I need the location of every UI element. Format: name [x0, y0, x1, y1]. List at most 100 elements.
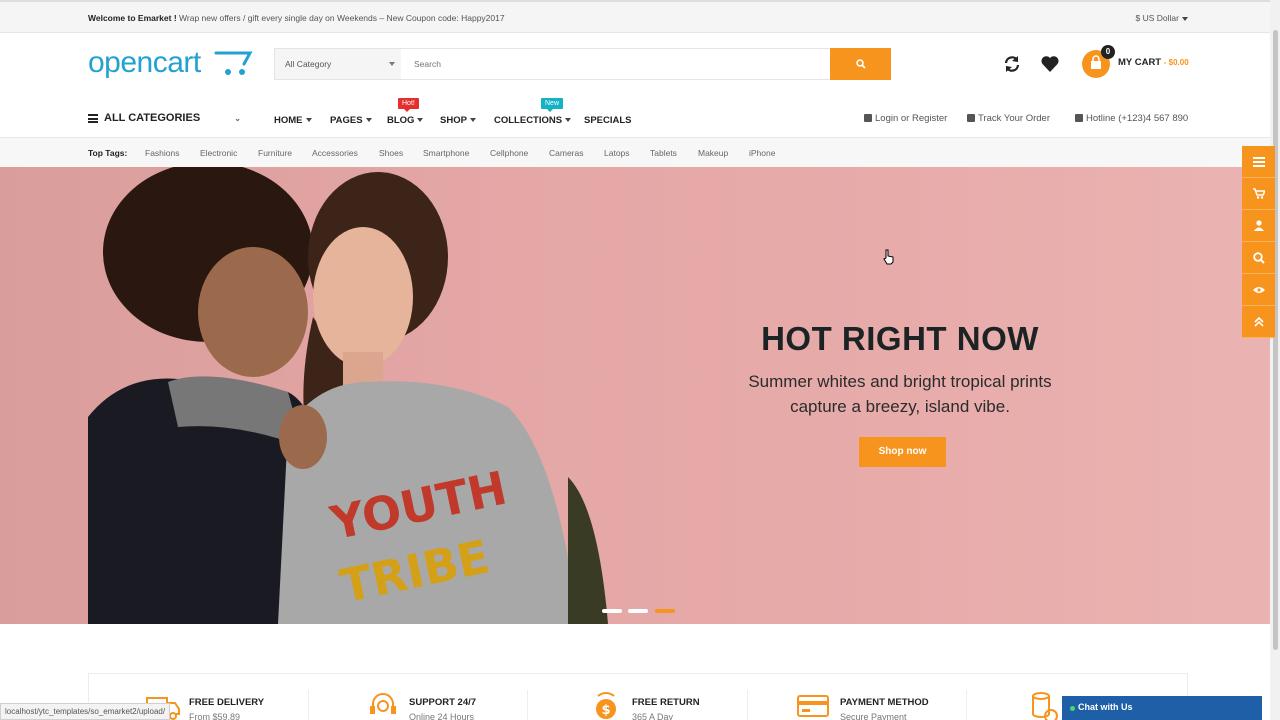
compare-icon[interactable]	[1002, 54, 1022, 74]
service-subtitle: Online 24 Hours	[409, 712, 475, 720]
slide-dot[interactable]	[602, 609, 622, 613]
page: Welcome to Emarket ! Wrap new offers / g…	[0, 0, 1280, 720]
nav-home-label: HOME	[274, 115, 303, 126]
tag-link[interactable]: Cameras	[549, 148, 583, 158]
caret-down-icon	[389, 62, 395, 66]
new-badge: New	[541, 98, 564, 112]
service-free-delivery: FREE DELIVERY From $59.89	[145, 690, 363, 720]
category-select[interactable]: All Category	[275, 49, 401, 79]
hero-subtitle: Summer whites and bright tropical prints…	[700, 369, 1100, 419]
logo[interactable]: opencart	[88, 46, 258, 86]
welcome-title: Welcome to Emarket !	[88, 13, 177, 23]
service-subtitle: 365 A Day	[632, 712, 674, 720]
login-register-link[interactable]: Login or Register	[864, 113, 947, 124]
sidebar-top-button[interactable]	[1242, 306, 1275, 338]
tag-link[interactable]: Makeup	[698, 148, 728, 158]
sidebar-account-button[interactable]	[1242, 210, 1275, 242]
tag-link[interactable]: Cellphone	[490, 148, 528, 158]
caret-down-icon	[1182, 16, 1188, 21]
tag-link[interactable]: Tablets	[650, 148, 677, 158]
sidebar-recent-button[interactable]	[1242, 274, 1275, 306]
sidebar-search-button[interactable]	[1242, 242, 1275, 274]
nav-home[interactable]: HOME	[274, 115, 312, 126]
shop-now-button[interactable]: Shop now	[859, 437, 946, 467]
currency-selector[interactable]: $ US Dollar	[1136, 13, 1188, 23]
nav-collections-label: COLLECTIONS	[494, 115, 563, 126]
hero-models-image: YOUTH TRIBE	[88, 167, 608, 624]
nav-shop-label: SHOP	[440, 115, 467, 126]
tag-link[interactable]: Accessories	[312, 148, 358, 158]
nav-blog-label: BLOG	[387, 115, 415, 126]
phone-icon	[1075, 114, 1083, 122]
headset-icon	[370, 693, 396, 714]
welcome-offer: Wrap new offers / gift every single day …	[179, 13, 505, 23]
hero-subtitle-line: Summer whites and bright tropical prints	[748, 372, 1052, 391]
cart-amount: - $0.00	[1163, 58, 1189, 67]
service-divider	[308, 690, 309, 720]
cart-label[interactable]: MY CART - $0.00	[1118, 57, 1189, 68]
list-icon	[1252, 156, 1265, 167]
category-select-label: All Category	[285, 59, 332, 69]
truck-icon	[967, 114, 975, 122]
hotline-label: Hotline (+123)4 567 890	[1086, 113, 1189, 124]
service-payment: PAYMENT METHOD Secure Payment	[796, 690, 1014, 720]
track-label: Track Your Order	[978, 113, 1050, 124]
service-divider	[747, 690, 748, 720]
search-icon	[1252, 251, 1265, 264]
tag-link[interactable]: iPhone	[749, 148, 775, 158]
cart-icon	[1252, 188, 1265, 199]
caret-down-icon	[417, 118, 424, 123]
hotline: Hotline (+123)4 567 890	[1075, 113, 1188, 124]
track-order-link[interactable]: Track Your Order	[967, 113, 1050, 124]
service-support: SUPPORT 24/7 Online 24 Hours	[365, 690, 583, 720]
sidebar-categories-button[interactable]	[1242, 146, 1275, 178]
service-title: FREE RETURN	[632, 697, 700, 708]
caret-down-icon	[469, 118, 476, 123]
search-button[interactable]	[830, 48, 891, 80]
nav-collections[interactable]: COLLECTIONS	[494, 115, 572, 126]
chat-widget-button[interactable]: Chat with Us	[1062, 696, 1262, 720]
services-bar: FREE DELIVERY From $59.89 SUPPORT 24/7 O…	[88, 673, 1188, 720]
tag-link[interactable]: Latops	[604, 148, 630, 158]
search-icon	[855, 59, 866, 69]
cart-count-badge: 0	[1101, 45, 1115, 59]
sidebar-cart-button[interactable]	[1242, 178, 1275, 210]
service-divider	[966, 690, 967, 720]
tag-link[interactable]: Furniture	[258, 148, 292, 158]
slide-dot[interactable]	[628, 609, 648, 613]
hero-title: HOT RIGHT NOW	[761, 320, 1039, 357]
service-title: SUPPORT 24/7	[409, 697, 477, 708]
chat-label: Chat with Us	[1078, 702, 1133, 712]
top-bar: Welcome to Emarket ! Wrap new offers / g…	[0, 0, 1270, 33]
nav-pages-label: PAGES	[330, 115, 363, 126]
chevron-down-icon: ⌄	[234, 114, 241, 123]
nav-specials[interactable]: SPECIALS	[584, 115, 632, 126]
welcome-message: Welcome to Emarket ! Wrap new offers / g…	[88, 13, 505, 23]
tag-link[interactable]: Smartphone	[423, 148, 469, 158]
currency-label: $ US Dollar	[1135, 13, 1179, 23]
money-return-icon: $	[596, 692, 616, 719]
cart-title: MY CART	[1118, 57, 1162, 68]
nav-blog[interactable]: BLOG	[387, 115, 424, 126]
tag-link[interactable]: Electronic	[200, 148, 237, 158]
all-categories-label: ALL CATEGORIES	[104, 112, 201, 124]
user-icon	[1253, 220, 1264, 231]
svg-text:$: $	[601, 703, 610, 718]
all-categories-menu[interactable]: ALL CATEGORIES ⌄	[88, 112, 243, 128]
tag-link[interactable]: Shoes	[379, 148, 403, 158]
slide-dot-active[interactable]	[655, 609, 675, 613]
double-chevron-up-icon	[1253, 316, 1264, 327]
tag-link[interactable]: Fashions	[145, 148, 180, 158]
credit-card-icon	[797, 695, 829, 717]
hand-cursor-icon	[883, 249, 894, 265]
top-tags-title: Top Tags:	[88, 148, 128, 158]
login-label: Login or Register	[875, 113, 948, 124]
wishlist-heart-icon[interactable]	[1040, 54, 1060, 74]
nav-pages[interactable]: PAGES	[330, 115, 372, 126]
nav-shop[interactable]: SHOP	[440, 115, 476, 126]
search-input[interactable]	[402, 49, 830, 79]
scrollbar-thumb[interactable]	[1273, 30, 1278, 650]
coins-icon	[1032, 692, 1058, 720]
caret-down-icon	[305, 118, 312, 123]
service-title: FREE DELIVERY	[189, 697, 265, 708]
